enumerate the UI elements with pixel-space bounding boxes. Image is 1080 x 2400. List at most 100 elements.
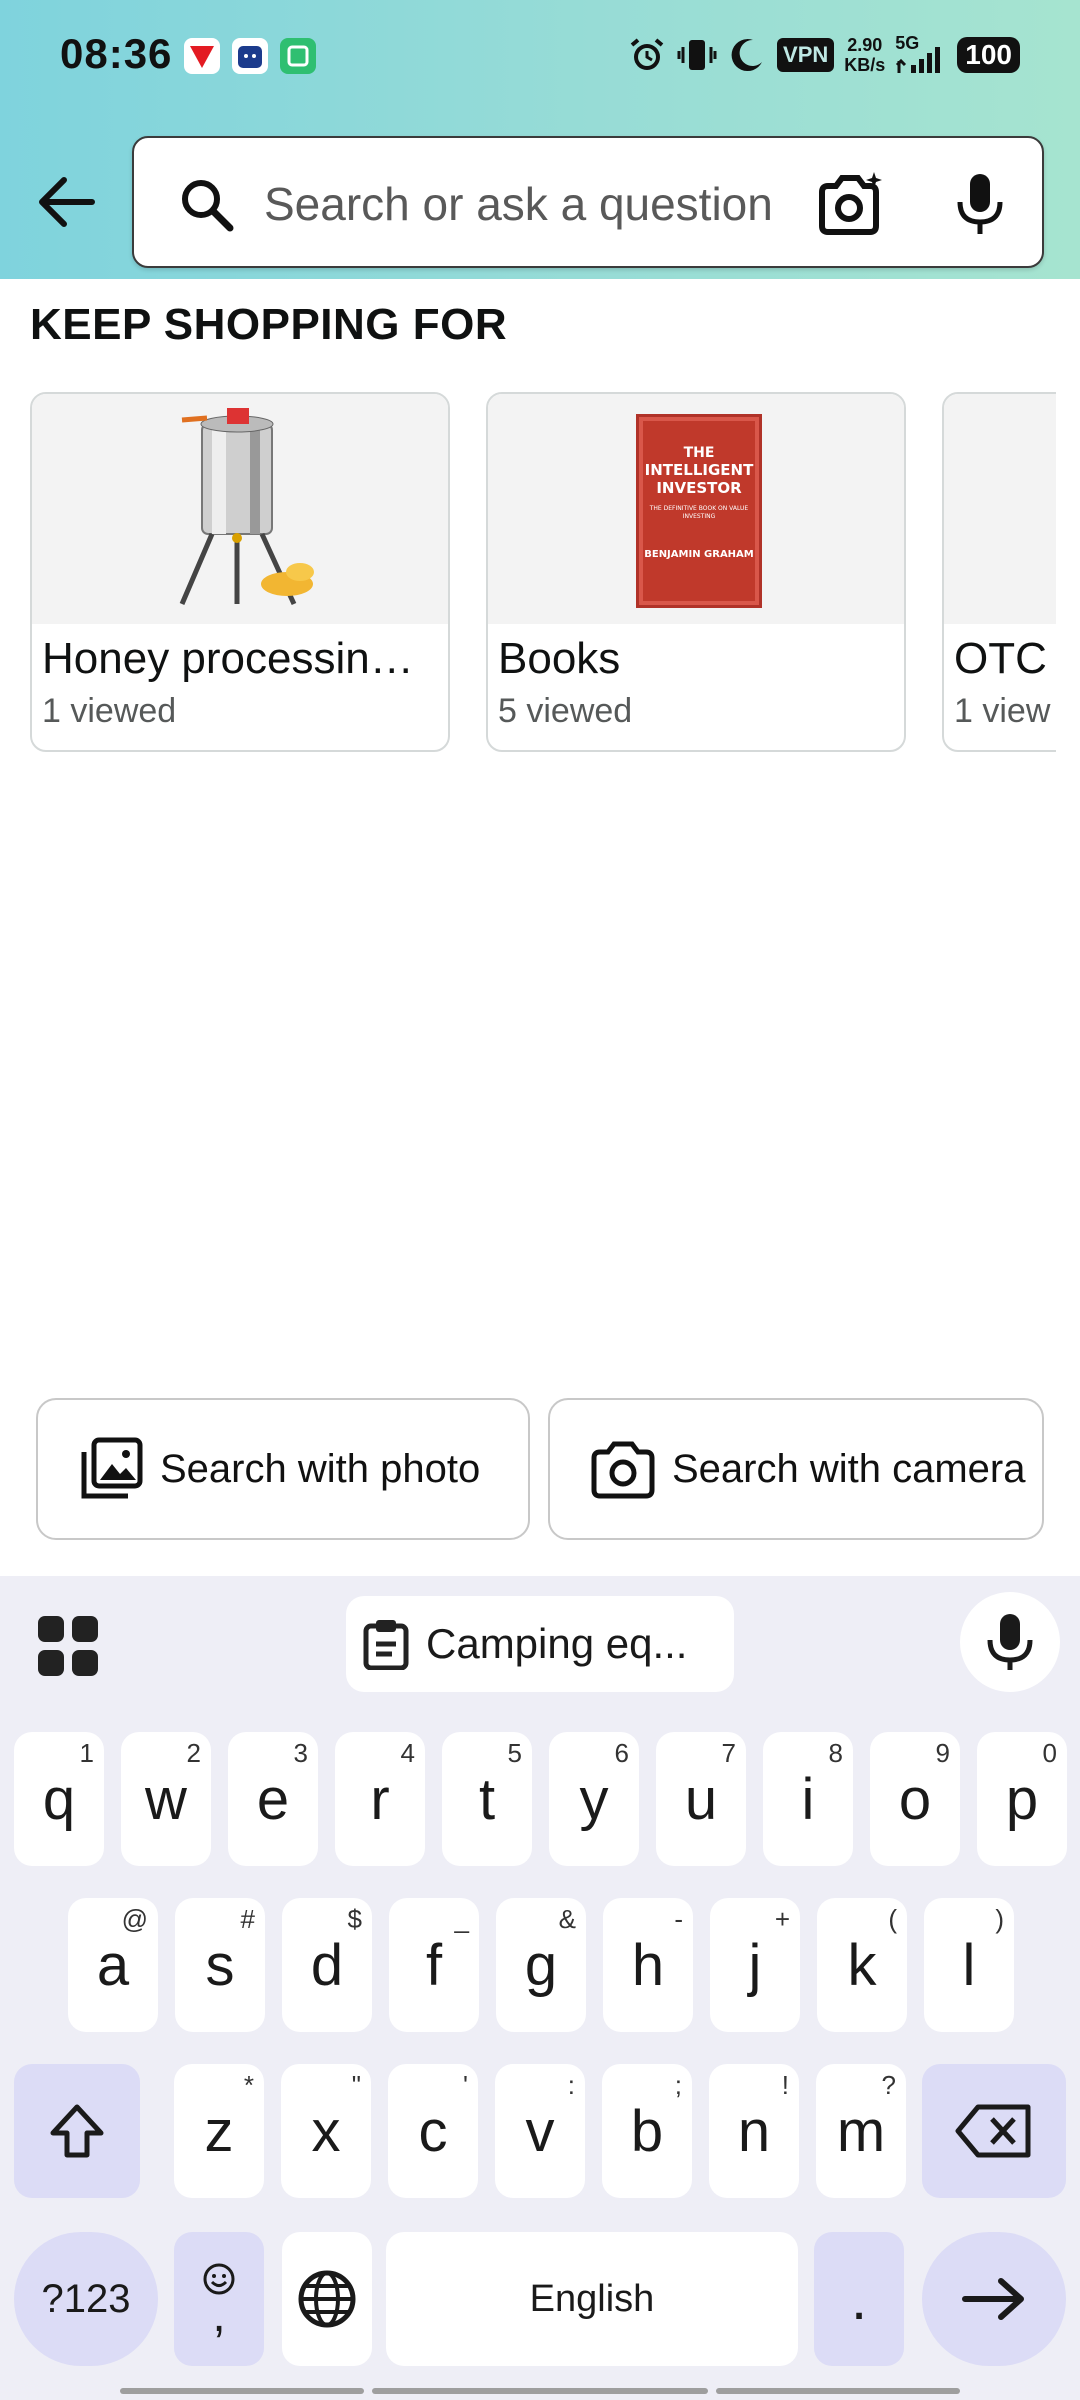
key-y[interactable]: y6 (549, 1732, 639, 1866)
key-t[interactable]: t5 (442, 1732, 532, 1866)
globe-icon (298, 2270, 356, 2328)
speed-value: 2.90 (847, 35, 883, 55)
key-i[interactable]: i8 (763, 1732, 853, 1866)
clipboard-suggestion-chip[interactable]: Camping eq... (346, 1596, 734, 1692)
key-l[interactable]: l) (924, 1898, 1014, 2032)
key-secondary-symbol: ' (463, 2070, 468, 2100)
key-letter: s (205, 1932, 235, 1998)
key-secondary-symbol: + (774, 1904, 790, 1934)
backspace-key[interactable] (922, 2064, 1066, 2198)
space-bar[interactable]: English (386, 2232, 798, 2366)
key-letter: t (478, 1766, 496, 1832)
key-j[interactable]: j + (710, 1898, 800, 2032)
voice-input-button[interactable] (960, 1592, 1060, 1692)
key-secondary-symbol: $ (347, 1904, 362, 1934)
search-with-camera-label: Search with camera (672, 1446, 1026, 1491)
key-a[interactable]: a @ (68, 1898, 158, 2032)
key-secondary-symbol: & (558, 1904, 576, 1934)
camera-icon (591, 1441, 655, 1499)
nav-handle (120, 2388, 364, 2394)
key-secondary-symbol: 2 (186, 1738, 201, 1768)
key-n[interactable]: n! (709, 2064, 799, 2198)
key-letter: n (737, 2098, 771, 2164)
search-with-photo-label: Search with photo (160, 1446, 481, 1491)
key-secondary-symbol: 1 (79, 1738, 94, 1768)
search-bar[interactable] (132, 136, 1044, 268)
key-u[interactable]: u7 (656, 1732, 746, 1866)
key-k[interactable]: k( (817, 1898, 907, 2032)
key-secondary-symbol: # (240, 1904, 255, 1934)
key-secondary-symbol: 3 (293, 1738, 308, 1768)
comma-label: , (212, 2289, 226, 2342)
microphone-icon (987, 1614, 1033, 1670)
status-bar: 08:36 VPN 2.90 KB/s 5G 100 (0, 0, 1080, 112)
book-title-line: INVESTOR (656, 479, 742, 497)
key-secondary-symbol: 7 (721, 1738, 736, 1768)
key-letter: y (579, 1766, 609, 1832)
key-h[interactable]: h- (603, 1898, 693, 2032)
key-letter: r (370, 1766, 390, 1832)
key-letter: o (898, 1766, 932, 1832)
key-w[interactable]: w2 (121, 1732, 211, 1866)
key-secondary-symbol: ) (995, 1904, 1004, 1934)
apps-grid-icon[interactable] (38, 1616, 98, 1676)
book-title-line: INTELLIGENT (644, 461, 754, 479)
key-letter: j (748, 1932, 762, 1998)
key-letter: e (256, 1766, 290, 1832)
backspace-icon (955, 2104, 1031, 2158)
key-e[interactable]: e3 (228, 1732, 318, 1866)
camera-search-icon[interactable] (814, 168, 886, 240)
key-letter: g (524, 1932, 558, 1998)
key-f[interactable]: f _ (389, 1898, 479, 2032)
key-g[interactable]: g & (496, 1898, 586, 2032)
back-arrow-icon[interactable] (34, 170, 98, 234)
keep-shopping-card[interactable]: Honey processin… 1 viewed (30, 392, 450, 752)
key-v[interactable]: v: (495, 2064, 585, 2198)
keep-shopping-card[interactable]: OTC r 1 view (942, 392, 1056, 752)
top-header: 08:36 VPN 2.90 KB/s 5G 100 (0, 0, 1080, 279)
book-title-line: THE (683, 445, 715, 461)
vpn-badge: VPN (777, 38, 835, 72)
search-with-camera-button[interactable]: Search with camera (548, 1398, 1044, 1540)
keep-shopping-card[interactable]: THE INTELLIGENT INVESTOR THE DEFINITIVE … (486, 392, 906, 752)
period-key[interactable]: . (814, 2232, 904, 2366)
key-letter: l (962, 1932, 976, 1998)
key-s[interactable]: s # (175, 1898, 265, 2032)
key-d[interactable]: d $ (282, 1898, 372, 2032)
keep-shopping-carousel[interactable]: Honey processin… 1 viewed THE INTELLIGEN… (30, 392, 1056, 754)
notification-app-icon (232, 38, 268, 74)
key-secondary-symbol: 4 (400, 1738, 415, 1768)
language-key[interactable] (282, 2232, 372, 2366)
search-with-photo-button[interactable]: Search with photo (36, 1398, 530, 1540)
symbols-key[interactable]: ?123 (14, 2232, 158, 2366)
key-m[interactable]: m? (816, 2064, 906, 2198)
key-letter: u (684, 1766, 718, 1832)
signal-indicator: 5G (895, 33, 947, 75)
key-c[interactable]: c ' (388, 2064, 478, 2198)
key-b[interactable]: b; (602, 2064, 692, 2198)
keep-shopping-heading: KEEP SHOPPING FOR (30, 300, 508, 349)
key-letter: h (631, 1932, 665, 1998)
key-r[interactable]: r4 (335, 1732, 425, 1866)
key-q[interactable]: q1 (14, 1732, 104, 1866)
key-secondary-symbol: 9 (935, 1738, 950, 1768)
key-letter: p (1005, 1766, 1039, 1832)
go-enter-key[interactable] (922, 2232, 1066, 2366)
key-secondary-symbol: 6 (614, 1738, 629, 1768)
product-image (944, 394, 1056, 624)
key-letter: x (311, 2098, 341, 2164)
emoji-comma-key[interactable]: , (174, 2232, 264, 2366)
microphone-icon[interactable] (944, 168, 1016, 240)
card-title: Honey processin… (42, 634, 414, 683)
key-x[interactable]: x " (281, 2064, 371, 2198)
photo-gallery-icon (81, 1437, 143, 1499)
shift-key[interactable] (14, 2064, 140, 2198)
key-secondary-symbol: 8 (828, 1738, 843, 1768)
speed-unit: KB/s (844, 55, 886, 75)
battery-indicator: 100 (957, 37, 1020, 73)
nav-handle (716, 2388, 960, 2394)
key-letter: v (525, 2098, 555, 2164)
key-z[interactable]: z * (174, 2064, 264, 2198)
key-p[interactable]: p0 (977, 1732, 1067, 1866)
key-o[interactable]: o9 (870, 1732, 960, 1866)
